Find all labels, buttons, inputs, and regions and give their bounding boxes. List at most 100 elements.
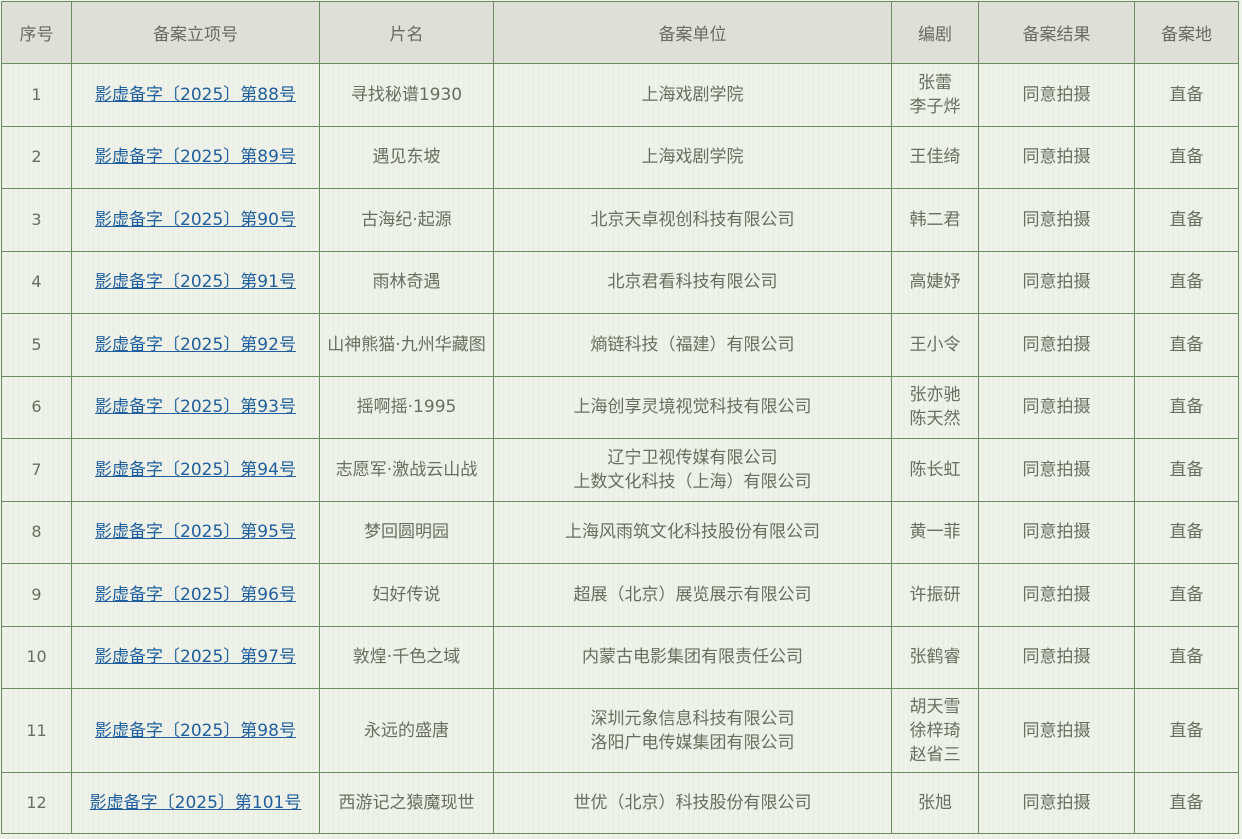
title-cell: 雨林奇遇 (319, 250, 494, 314)
unit-cell: 北京天卓视创科技有限公司 (493, 188, 892, 252)
table-row: 9 影虚备字〔2025〕第96号 妇好传说 超展（北京）展览展示有限公司 许振研… (1, 563, 1239, 627)
place-cell: 直备 (1134, 125, 1239, 189)
row-index: 8 (1, 500, 72, 564)
row-index: 6 (1, 375, 72, 439)
header-result: 备案结果 (978, 1, 1135, 64)
unit-cell: 上海风雨筑文化科技股份有限公司 (493, 500, 892, 564)
writer-cell: 张旭 (891, 772, 979, 834)
place-cell: 直备 (1134, 688, 1239, 773)
unit-line: 超展（北京）展览展示有限公司 (573, 584, 812, 605)
unit-line: 上海风雨筑文化科技股份有限公司 (565, 522, 820, 543)
table-body: 1 影虚备字〔2025〕第88号 寻找秘谱1930 上海戏剧学院 张蕾 李子烨 同… (1, 63, 1239, 834)
table-row: 6 影虚备字〔2025〕第93号 摇啊摇·1995 上海创享灵境视觉科技有限公司… (1, 375, 1239, 439)
header-unit: 备案单位 (493, 1, 892, 64)
writer-cell: 黄一菲 (891, 500, 979, 564)
unit-line: 辽宁卫视传媒有限公司 (607, 447, 778, 468)
filing-number-link[interactable]: 影虚备字〔2025〕第98号 (95, 721, 296, 741)
writer-cell: 张蕾 李子烨 (891, 63, 979, 127)
filing-number-link[interactable]: 影虚备字〔2025〕第90号 (95, 210, 296, 230)
unit-line: 内蒙古电影集团有限责任公司 (582, 647, 803, 668)
filing-number-cell: 影虚备字〔2025〕第101号 (71, 772, 320, 834)
row-index: 4 (1, 250, 72, 314)
writer-line: 李子烨 (909, 96, 961, 117)
writer-cell: 许振研 (891, 563, 979, 627)
place-cell: 直备 (1134, 438, 1239, 502)
writer-line: 张旭 (918, 793, 952, 813)
table-row: 3 影虚备字〔2025〕第90号 古海纪·起源 北京天卓视创科技有限公司 韩二君… (1, 188, 1239, 252)
unit-line: 北京君看科技有限公司 (607, 272, 778, 293)
table-row: 5 影虚备字〔2025〕第92号 山神熊猫·九州华藏图 熵链科技（福建）有限公司… (1, 313, 1239, 377)
row-index: 10 (1, 625, 72, 689)
unit-cell: 超展（北京）展览展示有限公司 (493, 563, 892, 627)
filing-number-cell: 影虚备字〔2025〕第89号 (71, 125, 320, 189)
writer-line: 王小令 (909, 334, 961, 355)
place-cell: 直备 (1134, 188, 1239, 252)
filing-number-link[interactable]: 影虚备字〔2025〕第92号 (95, 335, 296, 355)
title-cell: 山神熊猫·九州华藏图 (319, 313, 494, 377)
unit-cell: 熵链科技（福建）有限公司 (493, 313, 892, 377)
writer-cell: 王小令 (891, 313, 979, 377)
writer-cell: 陈长虹 (891, 438, 979, 502)
result-cell: 同意拍摄 (978, 63, 1135, 127)
filing-number-link[interactable]: 影虚备字〔2025〕第89号 (95, 147, 296, 167)
writer-line: 王佳绮 (909, 147, 961, 168)
writer-cell: 高婕妤 (891, 250, 979, 314)
table-row: 10 影虚备字〔2025〕第97号 敦煌·千色之域 内蒙古电影集团有限责任公司 … (1, 625, 1239, 689)
table-row: 2 影虚备字〔2025〕第89号 遇见东坡 上海戏剧学院 王佳绮 同意拍摄 直备 (1, 125, 1239, 189)
place-cell: 直备 (1134, 772, 1239, 834)
place-cell: 直备 (1134, 625, 1239, 689)
row-index: 11 (1, 688, 72, 773)
place-cell: 直备 (1134, 500, 1239, 564)
filing-number-link[interactable]: 影虚备字〔2025〕第93号 (95, 397, 296, 417)
title-cell: 志愿军·激战云山战 (319, 438, 494, 502)
writer-cell: 张鹤睿 (891, 625, 979, 689)
header-number: 备案立项号 (71, 1, 320, 64)
result-cell: 同意拍摄 (978, 125, 1135, 189)
writer-line: 黄一菲 (909, 522, 961, 543)
result-cell: 同意拍摄 (978, 563, 1135, 627)
header-index: 序号 (1, 1, 72, 64)
unit-line: 上海创享灵境视觉科技有限公司 (573, 397, 812, 418)
filing-number-cell: 影虚备字〔2025〕第94号 (71, 438, 320, 502)
filing-number-link[interactable]: 影虚备字〔2025〕第94号 (95, 460, 296, 480)
filing-number-link[interactable]: 影虚备字〔2025〕第97号 (95, 647, 296, 667)
title-cell: 永远的盛唐 (319, 688, 494, 773)
unit-cell: 内蒙古电影集团有限责任公司 (493, 625, 892, 689)
header-place: 备案地 (1134, 1, 1239, 64)
unit-cell: 辽宁卫视传媒有限公司 上数文化科技（上海）有限公司 (493, 438, 892, 502)
filing-number-link[interactable]: 影虚备字〔2025〕第95号 (95, 522, 296, 542)
header-writer: 编剧 (891, 1, 979, 64)
unit-line: 上海戏剧学院 (641, 84, 744, 105)
place-cell: 直备 (1134, 375, 1239, 439)
title-cell: 敦煌·千色之域 (319, 625, 494, 689)
result-cell: 同意拍摄 (978, 313, 1135, 377)
writer-line: 徐梓琦 (909, 720, 961, 741)
row-index: 12 (1, 772, 72, 834)
writer-line: 韩二君 (909, 209, 961, 230)
filing-number-cell: 影虚备字〔2025〕第88号 (71, 63, 320, 127)
title-cell: 妇好传说 (319, 563, 494, 627)
header-row: 序号 备案立项号 片名 备案单位 编剧 备案结果 备案地 (1, 1, 1239, 64)
writer-cell: 胡天雪 徐梓琦 赵省三 (891, 688, 979, 773)
unit-cell: 上海戏剧学院 (493, 63, 892, 127)
unit-line: 世优（北京）科技股份有限公司 (573, 793, 812, 813)
filing-number-link[interactable]: 影虚备字〔2025〕第101号 (90, 793, 302, 813)
filing-number-cell: 影虚备字〔2025〕第98号 (71, 688, 320, 773)
unit-cell: 上海创享灵境视觉科技有限公司 (493, 375, 892, 439)
filing-number-link[interactable]: 影虚备字〔2025〕第88号 (95, 85, 296, 105)
writer-line: 高婕妤 (909, 272, 961, 293)
unit-line: 深圳元象信息科技有限公司 (590, 708, 795, 729)
writer-line: 陈长虹 (909, 459, 961, 480)
unit-line: 上海戏剧学院 (641, 147, 744, 168)
filing-number-cell: 影虚备字〔2025〕第90号 (71, 188, 320, 252)
filing-number-link[interactable]: 影虚备字〔2025〕第96号 (95, 585, 296, 605)
place-cell: 直备 (1134, 63, 1239, 127)
table-header: 序号 备案立项号 片名 备案单位 编剧 备案结果 备案地 (1, 1, 1239, 64)
writer-line: 胡天雪 (909, 696, 961, 717)
table-row: 1 影虚备字〔2025〕第88号 寻找秘谱1930 上海戏剧学院 张蕾 李子烨 同… (1, 63, 1239, 127)
writer-line: 陈天然 (909, 409, 961, 430)
filing-number-cell: 影虚备字〔2025〕第93号 (71, 375, 320, 439)
row-index: 5 (1, 313, 72, 377)
filing-number-link[interactable]: 影虚备字〔2025〕第91号 (95, 272, 296, 292)
filing-number-cell: 影虚备字〔2025〕第92号 (71, 313, 320, 377)
